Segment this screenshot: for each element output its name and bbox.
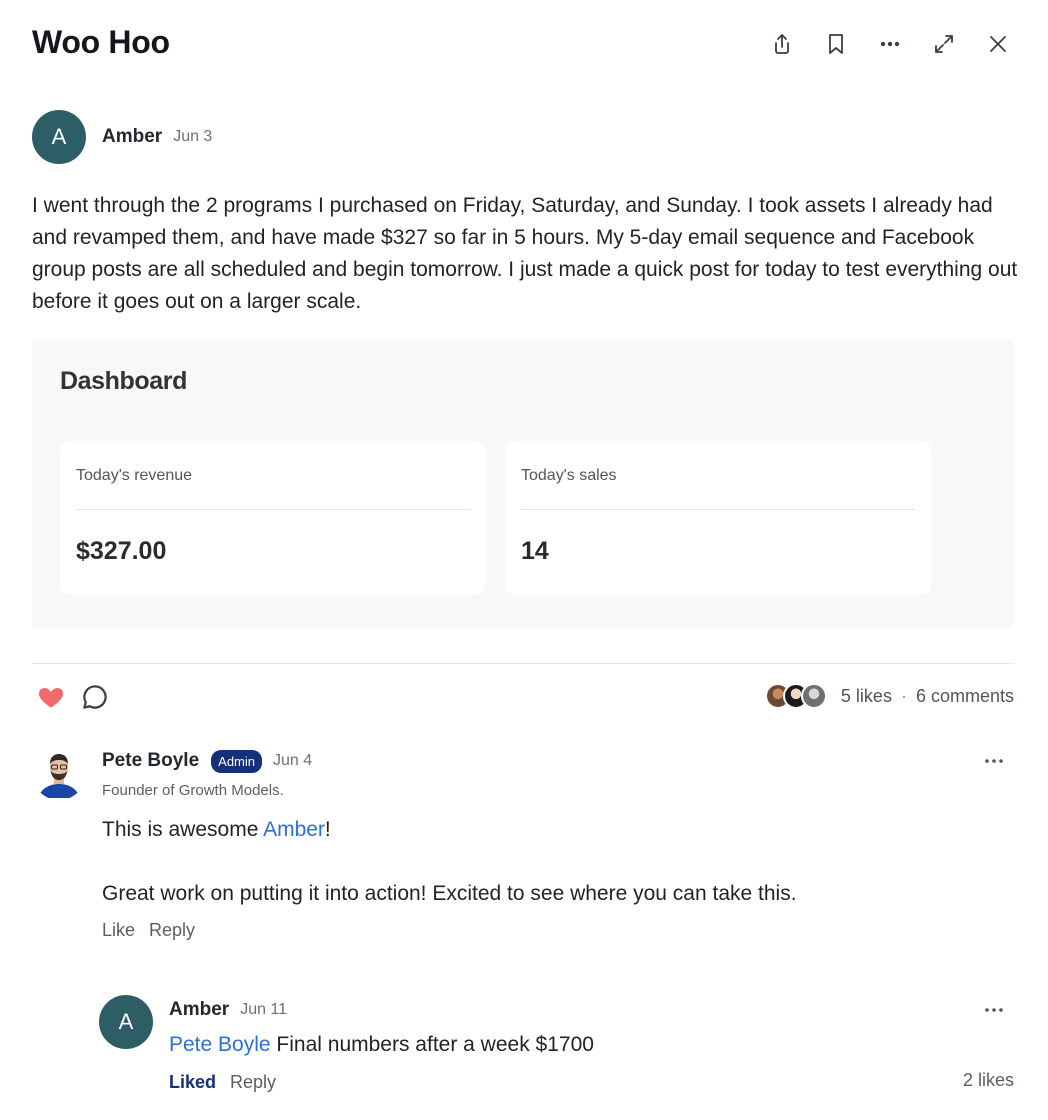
reply-comment: A Amber Jun 11 Pete Boyle Final numbers … <box>99 995 1014 1105</box>
comments-count[interactable]: 6 comments <box>916 686 1014 707</box>
mention-link[interactable]: Amber <box>263 818 325 841</box>
comment-author[interactable]: Amber <box>169 999 229 1021</box>
comment-text-part: This is awesome <box>102 818 264 841</box>
more-icon[interactable] <box>982 1001 1006 1019</box>
comment-header: Amber Jun 11 <box>169 995 287 1025</box>
comment-author[interactable]: Pete Boyle <box>102 750 199 772</box>
comment-text: Pete Boyle Final numbers after a week $1… <box>169 1029 594 1061</box>
post-title: Woo Hoo <box>32 24 170 60</box>
liker-avatars[interactable] <box>764 683 827 709</box>
like-button[interactable]: Like <box>102 920 135 941</box>
engagement-stats: 5 likes · 6 comments <box>764 680 1014 712</box>
comment-header: Pete Boyle Admin Jun 4 <box>102 746 312 776</box>
divider <box>32 663 1014 664</box>
avatar[interactable]: A <box>99 995 153 1049</box>
close-icon[interactable] <box>980 26 1016 62</box>
reply-button[interactable]: Reply <box>149 920 195 941</box>
avatar[interactable]: A <box>32 110 86 164</box>
dashboard-title: Dashboard <box>60 367 187 395</box>
card-divider <box>76 509 470 510</box>
reply-button[interactable]: Reply <box>230 1072 276 1093</box>
comment-actions: Liked Reply <box>169 1072 276 1093</box>
likes-count[interactable]: 5 likes <box>841 686 892 707</box>
post-date: Jun 3 <box>173 128 213 145</box>
card-value: $327.00 <box>76 537 167 565</box>
mention-link[interactable]: Pete Boyle <box>169 1033 271 1056</box>
sales-card: Today's sales 14 <box>505 441 931 595</box>
expand-icon[interactable] <box>926 26 962 62</box>
more-icon[interactable] <box>872 26 908 62</box>
avatar <box>800 683 827 709</box>
revenue-card: Today's revenue $327.00 <box>60 441 486 595</box>
card-value: 14 <box>521 537 549 565</box>
card-label: Today's sales <box>521 467 617 484</box>
post-header: Woo Hoo <box>32 22 1016 66</box>
comment-text-part: Final numbers after a week $1700 <box>270 1033 594 1056</box>
share-icon[interactable] <box>764 26 800 62</box>
comment-text-paragraph: Great work on putting it into action! Ex… <box>102 882 797 905</box>
post-author-row: A Amber Jun 3 <box>32 110 212 164</box>
avatar[interactable] <box>32 746 86 800</box>
comment-likes-count[interactable]: 2 likes <box>963 1070 1014 1091</box>
author-name[interactable]: Amber <box>102 126 162 148</box>
comment-actions: Like Reply <box>102 920 195 941</box>
comment-text: This is awesome Amber! <box>102 814 331 846</box>
author-tagline: Founder of Growth Models. <box>102 782 284 799</box>
post-body: I went through the 2 programs I purchase… <box>32 194 1018 313</box>
dashboard-image[interactable]: Dashboard Today's revenue $327.00 Today'… <box>32 339 1014 627</box>
card-divider <box>521 509 915 510</box>
header-actions <box>764 26 1016 62</box>
bookmark-icon[interactable] <box>818 26 854 62</box>
comment-text-part: ! <box>324 818 331 841</box>
liked-button[interactable]: Liked <box>169 1072 216 1093</box>
comment-date: Jun 11 <box>240 1001 288 1018</box>
separator: · <box>900 685 907 706</box>
card-label: Today's revenue <box>76 467 193 484</box>
more-icon[interactable] <box>982 752 1006 770</box>
heart-icon[interactable] <box>36 682 66 712</box>
post-actions: 5 likes · 6 comments <box>32 680 1014 712</box>
comment: Pete Boyle Admin Jun 4 Founder of Growth… <box>32 746 1014 946</box>
comment-icon[interactable] <box>80 682 110 712</box>
comment-date: Jun 4 <box>273 752 313 769</box>
admin-badge: Admin <box>211 749 263 773</box>
